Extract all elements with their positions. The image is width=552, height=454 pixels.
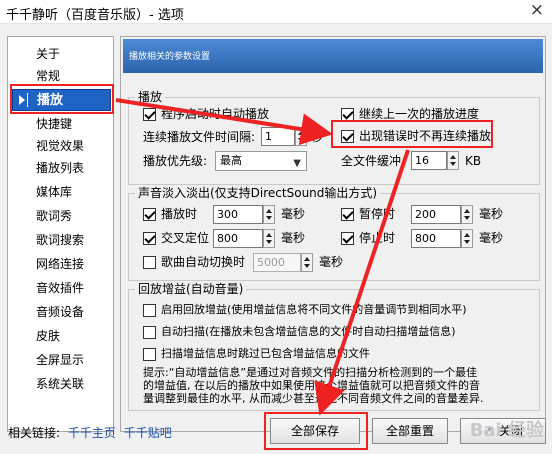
annotation-arrow-1 xyxy=(115,98,333,146)
annotation-arrows xyxy=(115,98,410,416)
annotation-arrow-2 xyxy=(314,149,410,416)
